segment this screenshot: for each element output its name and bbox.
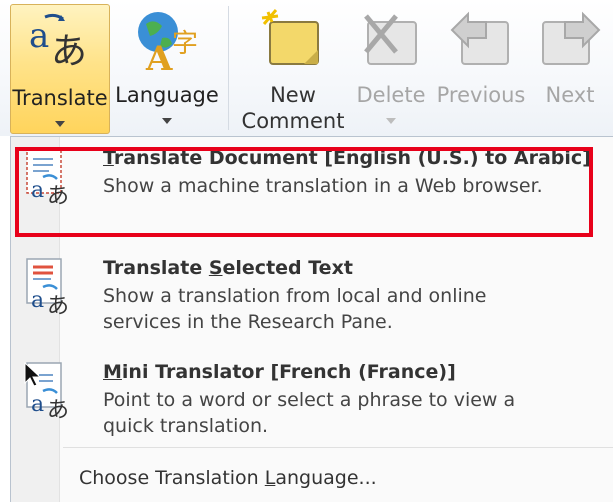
- translate-dropdown-menu: a あ Translate Document [English (U.S.) t…: [10, 136, 613, 502]
- translate-selected-text-icon: a あ: [26, 258, 69, 317]
- language-label: Language: [115, 83, 219, 107]
- previous-label: Previous: [436, 83, 526, 107]
- new-comment-icon: [261, 9, 319, 65]
- title-text: ini Translator [French (France)]: [121, 361, 456, 383]
- next-comment-button: Next: [532, 0, 608, 136]
- menu-item-description: Point to a word or select a phrase to vi…: [103, 389, 516, 437]
- svg-text:a: a: [29, 16, 49, 56]
- item-text: Choose Translation: [79, 467, 265, 489]
- language-button[interactable]: A 字 Language: [113, 0, 221, 136]
- menu-item-translate-selected-text[interactable]: a あ Translate Selected Text Show a trans…: [11, 257, 613, 357]
- svg-text:あ: あ: [51, 31, 87, 72]
- access-key: L: [264, 467, 276, 489]
- access-key: S: [208, 257, 223, 279]
- menu-item-title: Mini Translator [French (France)]: [103, 361, 456, 383]
- previous-comment-button: Previous: [434, 0, 528, 136]
- translate-button[interactable]: a あ Translate: [10, 4, 110, 134]
- chevron-down-icon: [55, 121, 65, 127]
- next-label: Next: [545, 83, 595, 107]
- language-icon: A 字: [138, 12, 198, 74]
- svg-text:a: a: [31, 392, 44, 417]
- mini-translator-icon: a あ: [24, 361, 69, 421]
- delete-comment-button: Delete: [352, 0, 430, 136]
- new-comment-label-line2: Comment: [241, 109, 345, 133]
- chevron-down-icon: [386, 118, 396, 124]
- new-comment-label-line1: New: [270, 83, 316, 107]
- menu-divider: [63, 447, 613, 448]
- menu-item-description: Show a translation from local and online…: [103, 285, 487, 333]
- svg-text:A: A: [145, 39, 173, 74]
- delete-comment-icon: [364, 14, 417, 65]
- next-comment-icon: [542, 11, 601, 65]
- previous-comment-icon: [450, 11, 509, 65]
- item-text: anguage...: [275, 467, 377, 489]
- menu-item-choose-translation-language[interactable]: Choose Translation Language...: [79, 467, 377, 489]
- translate-label: Translate: [12, 86, 108, 110]
- svg-text:あ: あ: [47, 294, 69, 317]
- svg-text:a: a: [31, 288, 44, 313]
- translate-icon: a あ: [29, 13, 87, 72]
- group-separator: [228, 6, 229, 130]
- menu-item-mini-translator[interactable]: a あ Mini Translator [French (France)] Po…: [11, 361, 613, 461]
- svg-text:あ: あ: [47, 398, 69, 421]
- new-comment-button[interactable]: New Comment: [238, 0, 348, 136]
- menu-item-title: Translate Selected Text: [103, 257, 353, 279]
- svg-text:字: 字: [172, 29, 198, 59]
- title-text: elected Text: [222, 257, 353, 279]
- delete-label: Delete: [356, 83, 426, 107]
- review-ribbon: a あ Translate A 字 Language New Comment D…: [0, 0, 613, 136]
- access-key: M: [103, 361, 122, 383]
- highlight-box: [15, 147, 593, 237]
- title-text: Translate: [103, 257, 209, 279]
- chevron-down-icon: [162, 118, 172, 124]
